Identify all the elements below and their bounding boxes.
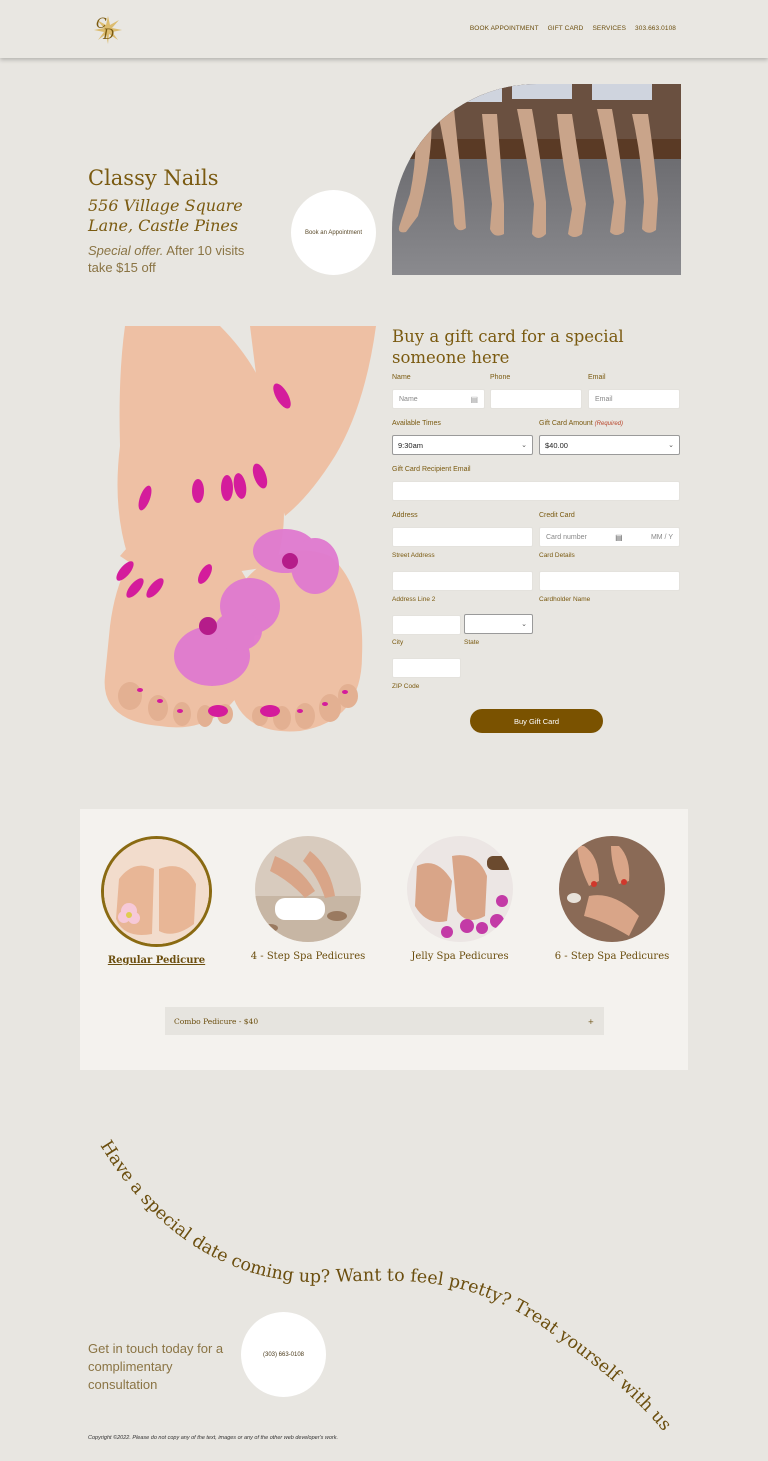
amount-select[interactable]: $40.00 ⌄ (539, 435, 680, 455)
buy-gift-card-button[interactable]: Buy Gift Card (470, 709, 603, 733)
zip-label: ZIP Code (392, 683, 420, 690)
credit-card-icon: ▤ (615, 532, 623, 542)
cardholder-name-field[interactable] (539, 571, 680, 591)
curved-tagline: Have a special date coming up? Want to f… (0, 1110, 679, 1439)
four-step-pedicure-image[interactable] (255, 836, 361, 942)
times-value: 9:30am (398, 440, 424, 450)
times-select[interactable]: 9:30am ⌄ (392, 435, 533, 455)
times-label: Available Times (392, 420, 441, 427)
six-step-pedicure-image[interactable] (559, 836, 665, 942)
book-appointment-button[interactable]: Book an Appointment (291, 190, 376, 275)
service-jelly-spa[interactable]: Jelly Spa Pedicures (395, 951, 525, 962)
amount-label-text: Gift Card Amount (539, 420, 593, 427)
plus-icon: + (587, 1016, 594, 1026)
address-line2-field[interactable] (392, 571, 533, 591)
nav-phone[interactable]: 303.663.0108 (635, 25, 676, 32)
service-six-step[interactable]: 6 - Step Spa Pedicures (547, 951, 677, 962)
chevron-down-icon: ⌄ (521, 442, 527, 449)
nav-gift-card[interactable]: GIFT CARD (548, 25, 584, 32)
credit-card-label: Credit Card (539, 512, 575, 519)
combo-pedicure-accordion[interactable]: Combo Pedicure - $40 + (165, 1007, 604, 1035)
hero-title: Classy Nails (88, 166, 219, 190)
card-exp-placeholder: MM / Y (650, 533, 673, 541)
city-label: City (392, 639, 404, 646)
chevron-down-icon: ⌄ (521, 621, 527, 628)
jelly-spa-pedicure-image[interactable] (407, 836, 513, 942)
recipient-email-field[interactable] (392, 481, 680, 501)
name-placeholder: Name (399, 395, 418, 403)
name-field[interactable]: Name ▤ (392, 389, 485, 409)
recipient-label: Gift Card Recipient Email (392, 466, 471, 473)
email-placeholder: Email (595, 395, 613, 403)
email-label: Email (588, 374, 606, 381)
nav-services[interactable]: SERVICES (592, 25, 626, 32)
phone-label: Phone (490, 374, 511, 381)
street-address-field[interactable] (392, 527, 533, 547)
contact-text: Get in touch today for a complimentary c… (88, 1341, 224, 1392)
state-label: State (464, 639, 480, 646)
city-field[interactable] (392, 615, 461, 635)
hero-address: 556 Village Square Lane, Castle Pines (88, 196, 243, 235)
logo-icon[interactable]: C D (88, 8, 128, 48)
phone-button[interactable]: (303) 663-0108 (241, 1312, 326, 1397)
hero-offer: Special offer. After 10 visits take $15 … (88, 242, 268, 276)
address-label: Address (392, 512, 418, 519)
site-header: C D BOOK APPOINTMENT GIFT CARD SERVICES … (0, 0, 768, 58)
service-four-step[interactable]: 4 - Step Spa Pedicures (243, 951, 373, 962)
card-number-placeholder: Card number (546, 533, 587, 541)
chevron-down-icon: ⌄ (668, 442, 674, 449)
required-marker: (Required) (594, 421, 624, 427)
nav-book-appointment[interactable]: BOOK APPOINTMENT (470, 25, 539, 32)
feet-orchid-photo (100, 326, 376, 738)
state-select[interactable]: ⌄ (464, 614, 533, 634)
card-details-label: Card Details (539, 552, 575, 559)
card-number-field[interactable]: Card number ▤ MM / Y (539, 527, 680, 547)
street-address-label: Street Address (392, 552, 435, 559)
regular-pedicure-image[interactable] (101, 836, 212, 947)
name-label: Name (392, 374, 411, 381)
gift-card-title: Buy a gift card for a special someone he… (392, 327, 624, 367)
amount-label: Gift Card Amount (Required) (539, 420, 623, 427)
zip-field[interactable] (392, 658, 461, 678)
copyright-text: Copyright ©2022. Please do not copy any … (88, 1435, 338, 1441)
contact-card-icon: ▤ (470, 394, 478, 404)
accordion-label: Combo Pedicure - $40 (174, 1016, 259, 1026)
address-line2-label: Address Line 2 (392, 596, 436, 603)
svg-text:D: D (102, 27, 114, 43)
service-regular-pedicure[interactable]: Regular Pedicure (101, 955, 212, 966)
phone-field[interactable] (490, 389, 582, 409)
email-field[interactable]: Email (588, 389, 680, 409)
amount-value: $40.00 (545, 440, 568, 450)
cardholder-name-label: Cardholder Name (539, 596, 591, 603)
offer-emphasis: Special offer. (88, 243, 164, 258)
hero-legs-photo (392, 84, 681, 275)
main-nav: BOOK APPOINTMENT GIFT CARD SERVICES 303.… (470, 25, 676, 32)
